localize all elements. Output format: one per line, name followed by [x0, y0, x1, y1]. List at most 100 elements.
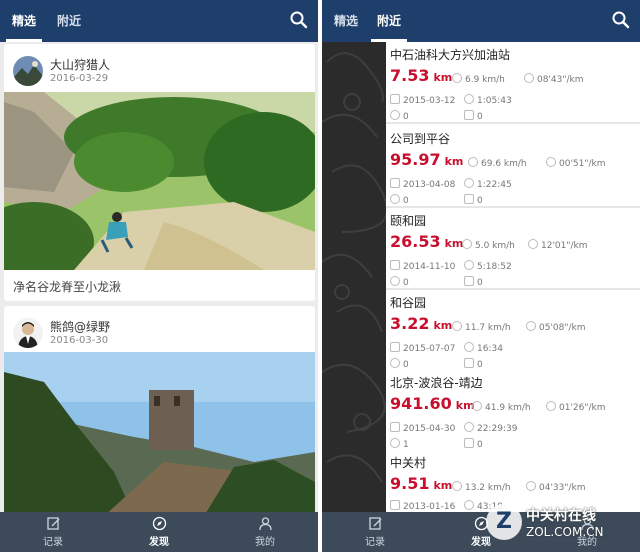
nav-me[interactable]: 我的 — [235, 516, 295, 548]
route-comments[interactable]: 0 — [464, 438, 483, 450]
route-date: 2015-07-07 — [390, 342, 455, 354]
tab-featured[interactable]: 精选 — [334, 0, 358, 42]
route-date: 2013-04-08 — [390, 178, 455, 190]
route-comments[interactable]: 0 — [464, 110, 483, 122]
pace-icon — [524, 73, 534, 83]
tab-nearby[interactable]: 附近 — [57, 0, 81, 42]
route-row[interactable]: 公司到平谷 95.97 km 69.6 km/h 00'51"/km 2013-0… — [386, 126, 640, 208]
route-name: 北京-波浪谷-靖边 — [390, 376, 483, 390]
tab-nearby[interactable]: 附近 — [377, 0, 401, 42]
search-button[interactable] — [289, 10, 311, 32]
pace-icon — [526, 481, 536, 491]
post-caption[interactable]: 净名谷龙脊至小龙湫 — [13, 278, 121, 295]
pin-icon — [390, 438, 400, 448]
nearby-screen: 精选 附近 中石油科大方兴加油站 7.53 km 6.9 km/h 08'43"/… — [322, 0, 640, 552]
pin-icon — [390, 110, 400, 120]
route-name: 和谷园 — [390, 296, 427, 310]
background-pattern — [322, 42, 386, 512]
user-icon — [258, 517, 272, 531]
route-pace: 01'26"/km — [546, 401, 606, 413]
post-photo[interactable] — [4, 352, 315, 516]
calendar-icon — [390, 94, 400, 104]
avatar[interactable] — [13, 318, 43, 348]
route-speed: 11.7 km/h — [452, 321, 511, 333]
speed-icon — [452, 481, 462, 491]
pin-icon — [390, 358, 400, 368]
route-date: 2014-11-10 — [390, 260, 455, 272]
route-comments[interactable]: 0 — [464, 276, 483, 288]
route-row[interactable]: 颐和园 26.53 km 5.0 km/h 12'01"/km 2014-11-1… — [386, 208, 640, 290]
clock-icon — [464, 500, 474, 510]
route-duration: 5:18:52 — [464, 260, 512, 272]
pin-icon — [390, 194, 400, 204]
pace-icon — [528, 239, 538, 249]
route-distance: 9.51 km — [390, 474, 453, 493]
route-comments[interactable]: 0 — [464, 194, 483, 206]
nav-record[interactable]: 记录 — [345, 516, 405, 548]
route-distance: 26.53 km — [390, 232, 464, 251]
route-speed: 6.9 km/h — [452, 73, 505, 85]
pace-icon — [546, 401, 556, 411]
route-speed: 13.2 km/h — [452, 481, 511, 493]
clock-icon — [464, 422, 474, 432]
post-photo[interactable] — [4, 92, 315, 282]
nav-label: 记录 — [43, 537, 63, 548]
post-header: 大山狩猎人 2016-03-29 — [4, 44, 315, 94]
route-row[interactable]: 中石油科大方兴加油站 7.53 km 6.9 km/h 08'43"/km 201… — [386, 42, 640, 124]
route-distance: 3.22 km — [390, 314, 453, 333]
route-comments[interactable]: 0 — [464, 358, 483, 370]
calendar-icon — [390, 500, 400, 510]
tab-featured[interactable]: 精选 — [12, 0, 36, 42]
speed-icon — [468, 157, 478, 167]
route-speed: 5.0 km/h — [462, 239, 515, 251]
comment-icon — [464, 194, 474, 204]
clock-icon — [464, 94, 474, 104]
watermark-logo: Z — [486, 504, 522, 540]
edit-icon — [368, 517, 381, 530]
nav-discover[interactable]: 发现 — [129, 516, 189, 548]
search-button[interactable] — [611, 10, 633, 32]
clock-icon — [464, 260, 474, 270]
watermark-brand: 中关村在线 — [526, 508, 596, 524]
feed-screen: 精选 附近 大山狩猎人 2016-03-29 净名谷龙脊至小龙湫 熊鸽@绿野 2… — [0, 0, 318, 552]
route-distance: 941.60 km — [390, 394, 475, 413]
speed-icon — [452, 321, 462, 331]
post-author[interactable]: 大山狩猎人 — [50, 56, 110, 73]
speed-icon — [462, 239, 472, 249]
speed-icon — [472, 401, 482, 411]
bottom-nav: 记录 发现 我的 — [0, 512, 318, 552]
calendar-icon — [390, 178, 400, 188]
route-date: 2013-01-16 — [390, 500, 455, 512]
pace-icon — [526, 321, 536, 331]
route-speed: 41.9 km/h — [472, 401, 531, 413]
top-bar: 精选 附近 — [0, 0, 318, 42]
route-duration: 16:34 — [464, 342, 503, 354]
compass-icon — [152, 516, 166, 531]
search-icon — [612, 11, 630, 29]
post-author[interactable]: 熊鸽@绿野 — [50, 318, 110, 335]
post-card[interactable]: 大山狩猎人 2016-03-29 净名谷龙脊至小龙湫 — [4, 44, 315, 301]
watermark: Z 中关村在线 ZOL.COM.CN — [486, 501, 636, 549]
route-likes[interactable]: 0 — [390, 276, 409, 288]
top-bar: 精选 附近 — [322, 0, 640, 42]
route-likes[interactable]: 1 — [390, 438, 409, 450]
route-pace: 08'43"/km — [524, 73, 584, 85]
active-tab-indicator — [6, 39, 42, 42]
post-date: 2016-03-29 — [50, 73, 109, 84]
watermark-site: ZOL.COM.CN — [526, 525, 604, 539]
nav-record[interactable]: 记录 — [23, 516, 83, 548]
post-card[interactable]: 熊鸽@绿野 2016-03-30 — [4, 306, 315, 516]
route-likes[interactable]: 0 — [390, 358, 409, 370]
route-row[interactable]: 北京-波浪谷-靖边 941.60 km 41.9 km/h 01'26"/km 2… — [386, 370, 640, 452]
calendar-icon — [390, 342, 400, 352]
post-header: 熊鸽@绿野 2016-03-30 — [4, 306, 315, 356]
route-row[interactable]: 和谷园 3.22 km 11.7 km/h 05'08"/km 2015-07-0… — [386, 290, 640, 372]
route-likes[interactable]: 0 — [390, 194, 409, 206]
route-duration: 1:05:43 — [464, 94, 512, 106]
route-likes[interactable]: 0 — [390, 110, 409, 122]
nav-label: 记录 — [365, 537, 385, 548]
avatar[interactable] — [13, 56, 43, 86]
route-pace: 00'51"/km — [546, 157, 606, 169]
route-name: 中关村 — [390, 456, 427, 470]
nav-label: 我的 — [255, 537, 275, 548]
